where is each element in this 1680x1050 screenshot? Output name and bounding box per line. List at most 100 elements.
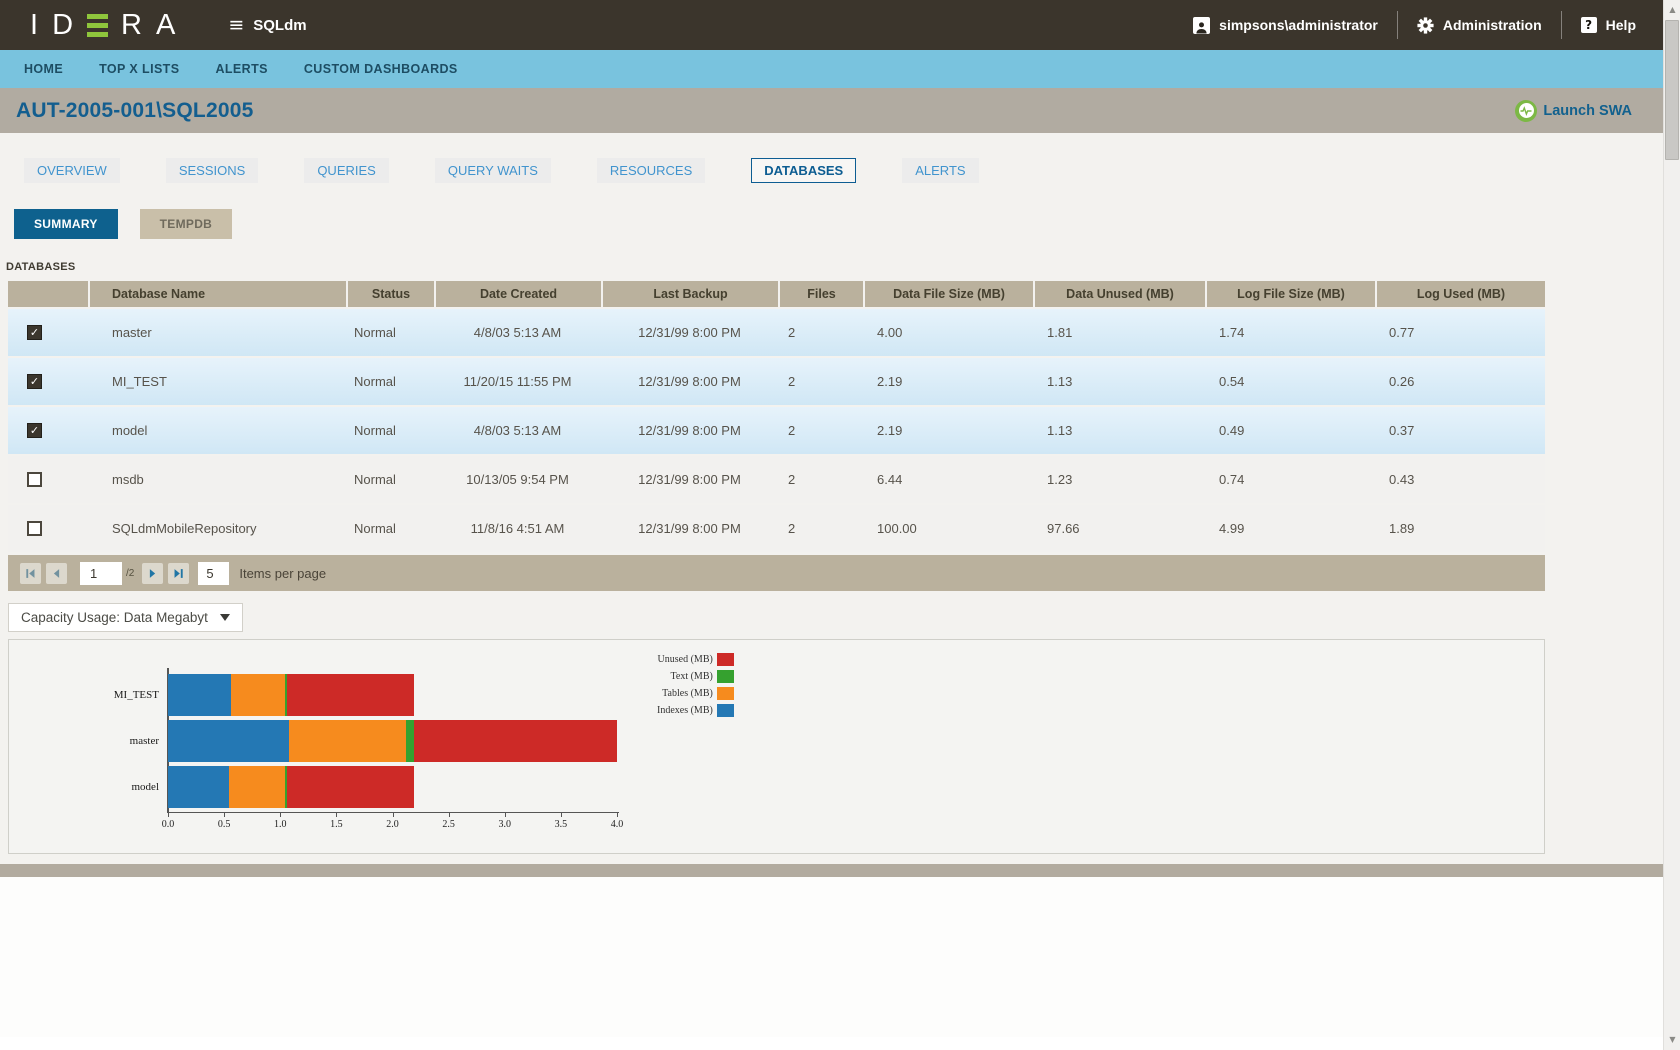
column-header-last-backup: Last Backup [601,281,778,307]
table-header: Database NameStatusDate CreatedLast Back… [8,281,1545,307]
table-cell: model [88,407,346,454]
user-icon [1193,17,1210,34]
table-row[interactable]: SQLdmMobileRepositoryNormal11/8/16 4:51 … [8,505,1545,552]
nav-item-home[interactable]: HOME [24,62,63,76]
table-cell: 4.00 [863,309,1033,356]
tab-sessions[interactable]: SESSIONS [166,158,258,183]
table-cell: 97.66 [1033,505,1205,552]
bar-master [168,720,617,762]
subtab-summary[interactable]: SUMMARY [14,209,118,239]
table-cell: SQLdmMobileRepository [88,505,346,552]
table-row[interactable]: msdbNormal10/13/05 9:54 PM12/31/99 8:00 … [8,456,1545,503]
row-checkbox[interactable]: ✓ [27,423,42,438]
table-cell: 0.54 [1205,358,1375,405]
table-row[interactable]: ✓MI_TESTNormal11/20/15 11:55 PM12/31/99 … [8,358,1545,405]
table-cell: 1.13 [1033,358,1205,405]
top-right-cluster: simpsons\administrator [1193,11,1636,39]
nav-item-alerts[interactable]: ALERTS [215,62,267,76]
tab-query-waits[interactable]: QUERY WAITS [435,158,551,183]
x-tick-label: 4.0 [611,819,624,830]
chart-plot [168,674,617,812]
table-cell: MI_TEST [88,358,346,405]
bar-segment-unused-mb [287,766,414,808]
column-header-files: Files [778,281,863,307]
row-checkbox[interactable] [27,521,42,536]
column-header-database-name: Database Name [88,281,346,307]
tab-resources[interactable]: RESOURCES [597,158,705,183]
launch-swa-button[interactable]: Launch SWA [1515,100,1632,122]
table-cell: 10/13/05 9:54 PM [434,456,601,503]
x-tick-label: 3.0 [499,819,512,830]
x-tick-label: 1.5 [330,819,343,830]
scroll-up-arrow[interactable]: ▲ [1664,2,1680,18]
last-page-button[interactable] [168,563,189,584]
x-tick-mark [280,813,281,817]
help-icon: ? [1581,17,1597,33]
checkbox-cell: ✓ [8,358,88,405]
table-cell: 12/31/99 8:00 PM [601,309,778,356]
nav-item-custom-dashboards[interactable]: CUSTOM DASHBOARDS [304,62,458,76]
table-cell: 2 [778,358,863,405]
bar-segment-tables-mb [231,674,285,716]
table-row[interactable]: ✓masterNormal4/8/03 5:13 AM12/31/99 8:00… [8,309,1545,356]
column-header-data-unused-mb: Data Unused (MB) [1033,281,1205,307]
table-cell: 12/31/99 8:00 PM [601,407,778,454]
table-cell: Normal [346,309,434,356]
subtab-tempdb[interactable]: TEMPDB [140,209,232,239]
scroll-down-arrow[interactable]: ▼ [1664,1032,1680,1048]
tab-alerts[interactable]: ALERTS [902,158,978,183]
legend-swatch [717,687,734,700]
table-cell: 1.81 [1033,309,1205,356]
table-cell: 0.37 [1375,407,1545,454]
table-cell: 2 [778,309,863,356]
bar-segment-indexes-mb [168,674,231,716]
hamburger-menu-icon[interactable]: ≡ [228,16,244,35]
table-cell: 2 [778,456,863,503]
product-menu[interactable]: ≡ SQLdm [228,16,306,35]
tab-databases[interactable]: DATABASES [751,158,856,183]
page-input[interactable] [80,562,122,585]
row-checkbox[interactable]: ✓ [27,374,42,389]
user-menu[interactable]: simpsons\administrator [1193,17,1378,34]
administration-menu[interactable]: Administration [1417,17,1542,34]
tab-queries[interactable]: QUERIES [304,158,389,183]
category-label: master [9,720,159,762]
table-cell: 2.19 [863,407,1033,454]
row-checkbox[interactable] [27,472,42,487]
username-label: simpsons\administrator [1219,17,1378,33]
vertical-scrollbar[interactable]: ▲ ▼ [1663,0,1680,1050]
items-per-page-label: Items per page [239,566,326,581]
prev-page-button[interactable] [46,563,67,584]
table-cell: 4/8/03 5:13 AM [434,407,601,454]
bar-segment-unused-mb [287,674,414,716]
bar-segment-tables-mb [229,766,285,808]
row-checkbox[interactable]: ✓ [27,325,42,340]
help-label: Help [1606,17,1636,33]
table-cell: 6.44 [863,456,1033,503]
items-per-page-input[interactable] [198,562,229,585]
table-cell: Normal [346,407,434,454]
legend-item-unused-mb: Unused (MB) [657,651,734,668]
x-tick-mark [224,813,225,817]
first-page-button[interactable] [20,563,41,584]
legend-swatch [717,670,734,683]
page-title: AUT-2005-001\SQL2005 [16,99,253,123]
bar-segment-text-mb [406,720,414,762]
chart-category-labels: MI_TESTmastermodel [9,674,159,812]
bar-segment-unused-mb [414,720,617,762]
help-menu[interactable]: ? Help [1581,17,1636,33]
next-page-button[interactable] [142,563,163,584]
x-tick-label: 2.5 [442,819,455,830]
legend-label: Text (MB) [670,671,712,682]
table-cell: Normal [346,358,434,405]
scroll-thumb[interactable] [1665,20,1679,160]
table-cell: 1.23 [1033,456,1205,503]
capacity-usage-dropdown[interactable]: Capacity Usage: Data Megabyt [8,603,243,632]
x-tick-mark [617,813,618,817]
table-row[interactable]: ✓ modelNormal4/8/03 5:13 AM12/31/99 8:00 … [8,407,1545,454]
section-label: DATABASES [6,261,1680,273]
tab-overview[interactable]: OVERVIEW [24,158,120,183]
table-cell: 2.19 [863,358,1033,405]
nav-item-top-x-lists[interactable]: TOP X LISTS [99,62,179,76]
column-header-checkbox [8,281,88,307]
